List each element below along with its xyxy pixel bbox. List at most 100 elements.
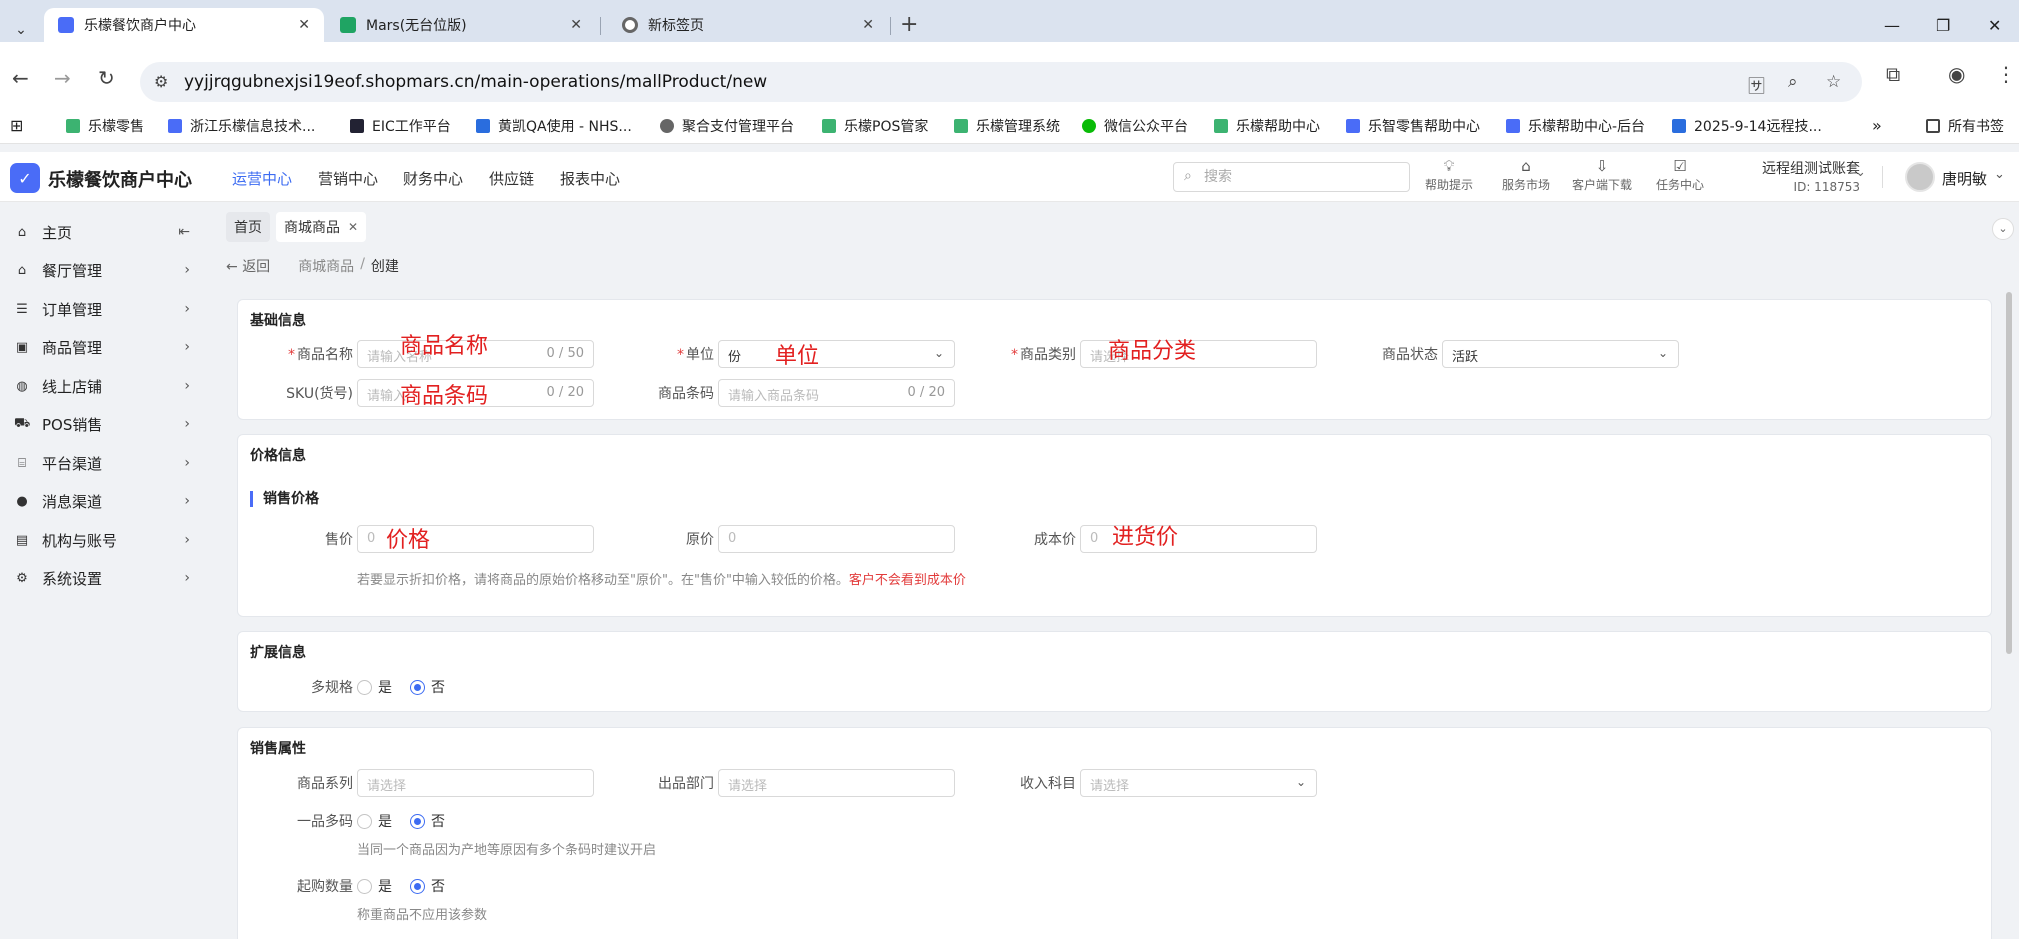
tab-title: 新标签页 <box>648 18 704 34</box>
card-title: 价格信息 <box>250 448 306 464</box>
original-price-label: 原价 <box>686 532 714 548</box>
chevron-down-icon[interactable]: ⌄ <box>1994 167 2005 182</box>
tab-separator <box>890 17 891 35</box>
all-bookmarks[interactable]: 所有书签 <box>1926 116 2004 136</box>
browser-tab-active[interactable]: 乐檬餐饮商户中心 ✕ <box>44 8 324 42</box>
chevron-right-icon: › <box>184 570 190 586</box>
collapse-sidebar-icon[interactable]: ⇤ <box>178 224 190 240</box>
annotation-product-name: 商品名称 <box>400 334 489 359</box>
extensions-icon[interactable]: ⧉ <box>1886 62 1900 86</box>
sidebar-item-online-store[interactable]: ◍ 线上店铺 › <box>0 367 210 405</box>
bookmark-item[interactable]: EIC工作平台 <box>350 116 451 136</box>
sidebar-item-org[interactable]: ▤ 机构与账号 › <box>0 521 210 559</box>
sidebar-item-restaurant[interactable]: ⌂ 餐厅管理 › <box>0 251 210 289</box>
page-tab-mall-product[interactable]: 商城商品 ✕ <box>276 212 367 242</box>
series-label: 商品系列 <box>297 776 353 792</box>
translate-icon[interactable]: 🈂 <box>1748 72 1765 97</box>
chevron-right-icon: › <box>184 532 190 548</box>
zoom-icon[interactable]: ⌕ <box>1788 72 1798 92</box>
back-arrow-icon[interactable]: ← <box>12 66 29 90</box>
unit-select[interactable]: 份 ⌄ <box>718 340 955 368</box>
sidebar-item-orders[interactable]: ☰ 订单管理 › <box>0 290 210 328</box>
back-link[interactable]: ← 返回 <box>226 256 270 276</box>
radio-yes[interactable] <box>357 878 372 894</box>
radio-yes[interactable] <box>357 813 372 829</box>
multi-code-hint: 当同一个商品因为产地等原因有多个条码时建议开启 <box>357 843 657 858</box>
apps-grid-icon[interactable]: ⊞ <box>10 116 23 135</box>
sidebar-item-products[interactable]: ▣ 商品管理 › <box>0 328 210 366</box>
sidebar-item-settings[interactable]: ⚙ 系统设置 › <box>0 559 210 597</box>
menu-kebab-icon[interactable]: ⋮ <box>1996 62 2016 86</box>
browser-tab-newtab[interactable]: 新标签页 ✕ <box>608 8 888 42</box>
breadcrumb-separator: / <box>360 256 365 272</box>
tab-separator <box>600 17 601 35</box>
tab-close-icon[interactable]: ✕ <box>570 17 582 33</box>
tab-search-chevron-icon[interactable]: ⌄ <box>8 15 34 45</box>
bookmark-item[interactable]: 乐智零售帮助中心 <box>1346 116 1480 136</box>
bookmark-item[interactable]: 浙江乐檬信息技术... <box>168 116 315 136</box>
bookmarks-overflow-icon[interactable]: » <box>1872 116 1882 135</box>
sidebar-item-platform[interactable]: ⌸ 平台渠道 › <box>0 444 210 482</box>
sidebar-item-home[interactable]: ⌂ 主页 ⇤ <box>0 213 210 251</box>
sidebar-item-message[interactable]: ● 消息渠道 › <box>0 482 210 520</box>
account-switcher[interactable]: 远程组测试账套 ID: 118753 <box>1752 158 1860 194</box>
bookmark-star-icon[interactable]: ☆ <box>1826 72 1841 92</box>
bookmark-item[interactable]: 乐檬帮助中心-后台 <box>1506 116 1645 136</box>
nav-operations[interactable]: 运营中心 <box>232 168 292 189</box>
window-close-icon[interactable]: ✕ <box>1988 16 2001 35</box>
header-search[interactable]: ⌕ <box>1173 162 1410 192</box>
minimize-icon[interactable]: — <box>1884 16 1900 35</box>
avatar[interactable] <box>1905 162 1935 192</box>
barcode-input[interactable]: 请输入商品条码 0 / 20 <box>718 379 955 407</box>
search-input[interactable] <box>1204 167 1394 187</box>
tab-close-icon[interactable]: ✕ <box>862 17 874 33</box>
bookmark-item[interactable]: 乐檬零售 <box>66 116 144 136</box>
nav-marketing[interactable]: 营销中心 <box>318 168 378 189</box>
breadcrumb-parent[interactable]: 商城商品 <box>298 256 354 276</box>
breadcrumb: ← 返回 商城商品 / 创建 <box>226 256 399 276</box>
bookmark-item[interactable]: 聚合支付管理平台 <box>660 116 794 136</box>
restore-icon[interactable]: ❐ <box>1936 16 1950 35</box>
forward-arrow-icon[interactable]: → <box>54 66 71 90</box>
page-tab-home[interactable]: 首页 <box>226 212 270 242</box>
radio-no[interactable] <box>410 679 425 695</box>
page-scrollbar[interactable] <box>2006 292 2012 654</box>
radio-yes[interactable] <box>357 679 372 695</box>
site-info-icon[interactable]: ⚙ <box>154 72 168 91</box>
sidebar-item-pos[interactable]: ⛟ POS销售 › <box>0 405 210 443</box>
chevron-down-icon[interactable]: ⌄ <box>1855 165 1866 180</box>
client-download-button[interactable]: ⇩ 客户端下载 <box>1570 156 1634 193</box>
income-select[interactable]: 请选择 ⌄ <box>1080 769 1317 797</box>
radio-no[interactable] <box>410 878 425 894</box>
close-icon[interactable]: ✕ <box>348 220 358 234</box>
address-bar[interactable]: ⚙ yyjjrqgubnexjsi19eof.shopmars.cn/main-… <box>140 62 1862 102</box>
bookmark-item[interactable]: 乐檬POS管家 <box>822 116 928 136</box>
nav-finance[interactable]: 财务中心 <box>403 168 463 189</box>
chevron-down-icon[interactable]: ⌄ <box>1992 218 2014 240</box>
browser-tab-mars[interactable]: Mars(无台位版) ✕ <box>326 8 596 42</box>
nav-supply-chain[interactable]: 供应链 <box>489 168 534 189</box>
bookmark-item[interactable]: 乐檬管理系统 <box>954 116 1060 136</box>
bookmark-item[interactable]: 黄凯QA使用 - NHS... <box>476 116 632 136</box>
annotation-price: 价格 <box>386 528 431 553</box>
bookmark-item[interactable]: 2025-9-14远程技... <box>1672 116 1822 136</box>
tab-close-icon[interactable]: ✕ <box>298 17 310 33</box>
nav-reports[interactable]: 报表中心 <box>560 168 620 189</box>
dept-select[interactable]: 请选择 <box>718 769 955 797</box>
series-select[interactable]: 请选择 <box>357 769 594 797</box>
leaf-icon <box>954 119 968 133</box>
profile-icon[interactable]: ◉ <box>1948 62 1965 86</box>
extension-info-card: 扩展信息 多规格 是 否 <box>237 631 1992 712</box>
service-market-button[interactable]: ⌂ 服务市场 <box>1494 156 1558 193</box>
status-select[interactable]: 活跃 ⌄ <box>1442 340 1679 368</box>
radio-no[interactable] <box>410 813 425 829</box>
help-tips-button[interactable]: 💡︎ 帮助提示 <box>1417 156 1481 193</box>
reload-icon[interactable]: ↻ <box>98 66 115 90</box>
task-center-button[interactable]: ☑ 任务中心 <box>1648 156 1712 193</box>
user-name[interactable]: 唐明敏 <box>1942 168 1987 189</box>
annotation-unit: 单位 <box>775 344 820 369</box>
original-price-input[interactable]: 0 <box>718 525 955 553</box>
bookmark-item[interactable]: 乐檬帮助中心 <box>1214 116 1320 136</box>
bookmark-item[interactable]: 微信公众平台 <box>1082 116 1188 136</box>
new-tab-button[interactable]: + <box>900 14 918 36</box>
